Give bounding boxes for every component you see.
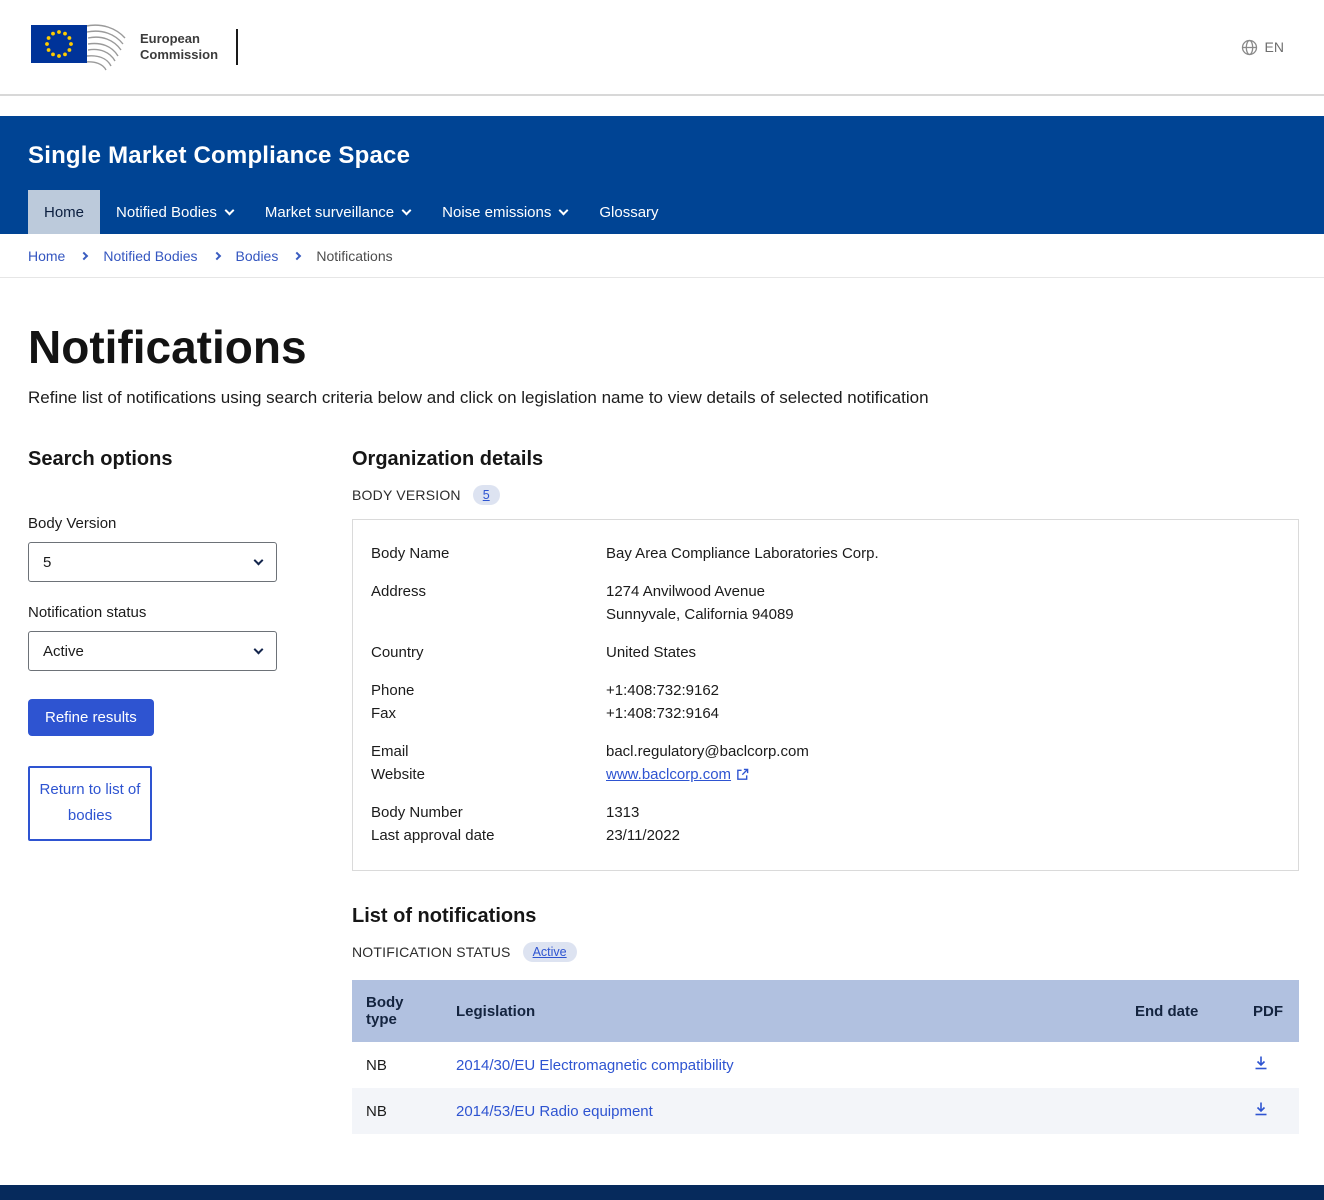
chevron-down-icon [254,555,264,565]
search-options-heading: Search options [28,448,352,471]
chevron-down-icon [254,644,264,654]
main-nav: Home Notified Bodies Market surveillance… [0,190,1324,234]
notifications-table: Body type Legislation End date PDF NB 20… [352,980,1299,1134]
search-options-panel: Search options Body Version 5 Notificati… [28,448,352,841]
ec-logo[interactable]: European Commission [30,18,238,76]
refine-results-button[interactable]: Refine results [28,699,154,736]
org-row-body-number: Body Number 1313 [371,801,1280,824]
org-row-last-approval-date: Last approval date 23/11/2022 [371,824,1280,847]
body-version-badge[interactable]: 5 [473,485,500,505]
download-icon[interactable] [1253,1101,1269,1121]
body-version-meta-label: BODY VERSION [352,487,461,503]
legislation-link[interactable]: 2014/53/EU Radio equipment [456,1103,653,1120]
website-link[interactable]: www.baclcorp.com [606,763,749,786]
chevron-down-icon [559,205,569,215]
nav-item-market-surveillance[interactable]: Market surveillance [249,190,426,234]
breadcrumb-current: Notifications [316,248,392,264]
page-subtitle: Refine list of notifications using searc… [28,388,1299,408]
footer-strip [0,1185,1324,1200]
organization-card: Body Name Bay Area Compliance Laboratori… [352,519,1299,871]
notification-status-label: Notification status [28,604,352,621]
nav-item-noise-emissions[interactable]: Noise emissions [426,190,583,234]
chevron-right-icon [80,251,88,259]
site-band: Single Market Compliance Space Home Noti… [0,116,1324,234]
header-end-date: End date [1123,980,1241,1042]
download-icon[interactable] [1253,1055,1269,1075]
site-header: European Commission EN [0,0,1324,96]
org-row-address: Address 1274 Anvilwood Avenue Sunnyvale,… [371,580,1280,626]
cell-end-date [1123,1042,1241,1088]
body-version-label: Body Version [28,515,352,532]
details-panel: Organization details BODY VERSION 5 Body… [352,448,1299,1134]
chevron-down-icon [224,205,234,215]
logo-text: European Commission [140,31,218,62]
cell-body-type: NB [352,1042,444,1088]
header-legislation: Legislation [444,980,1123,1042]
nav-item-notified-bodies[interactable]: Notified Bodies [100,190,249,234]
body-version-select[interactable]: 5 [28,542,277,582]
list-of-notifications-heading: List of notifications [352,905,1299,928]
notification-status-badge[interactable]: Active [523,942,577,962]
header-body-type: Body type [352,980,444,1042]
breadcrumb-bodies[interactable]: Bodies [236,248,279,264]
language-selector[interactable]: EN [1241,39,1284,56]
breadcrumb: Home Notified Bodies Bodies Notification… [0,234,1324,278]
table-row: NB 2014/53/EU Radio equipment [352,1088,1299,1134]
org-row-phone: Phone +1:408:732:9162 [371,679,1280,702]
org-row-country: Country United States [371,641,1280,664]
logo-divider [236,29,238,65]
globe-icon [1241,39,1258,56]
notification-status-select[interactable]: Active [28,631,277,671]
org-row-fax: Fax +1:408:732:9164 [371,702,1280,725]
table-row: NB 2014/30/EU Electromagnetic compatibil… [352,1042,1299,1088]
org-row-email: Email bacl.regulatory@baclcorp.com [371,740,1280,763]
site-title: Single Market Compliance Space [28,142,1296,170]
cell-end-date [1123,1088,1241,1134]
breadcrumb-home[interactable]: Home [28,248,65,264]
nav-item-glossary[interactable]: Glossary [583,190,674,234]
legislation-link[interactable]: 2014/30/EU Electromagnetic compatibility [456,1057,734,1074]
organization-details-heading: Organization details [352,448,1299,471]
chevron-right-icon [212,251,220,259]
page-title: Notifications [28,320,1299,374]
notification-status-meta-label: NOTIFICATION STATUS [352,944,511,960]
org-row-body-name: Body Name Bay Area Compliance Laboratori… [371,542,1280,565]
table-header-row: Body type Legislation End date PDF [352,980,1299,1042]
header-pdf: PDF [1241,980,1299,1042]
main-content: Notifications Refine list of notificatio… [0,320,1324,1134]
external-link-icon [736,768,749,781]
chevron-right-icon [293,251,301,259]
ec-flag-icon [30,18,130,76]
org-row-website: Website www.baclcorp.com [371,763,1280,786]
chevron-down-icon [402,205,412,215]
language-code: EN [1265,39,1284,55]
cell-body-type: NB [352,1088,444,1134]
return-to-list-button[interactable]: Return to list of bodies [28,766,152,841]
breadcrumb-notified-bodies[interactable]: Notified Bodies [103,248,197,264]
nav-item-home[interactable]: Home [28,190,100,234]
